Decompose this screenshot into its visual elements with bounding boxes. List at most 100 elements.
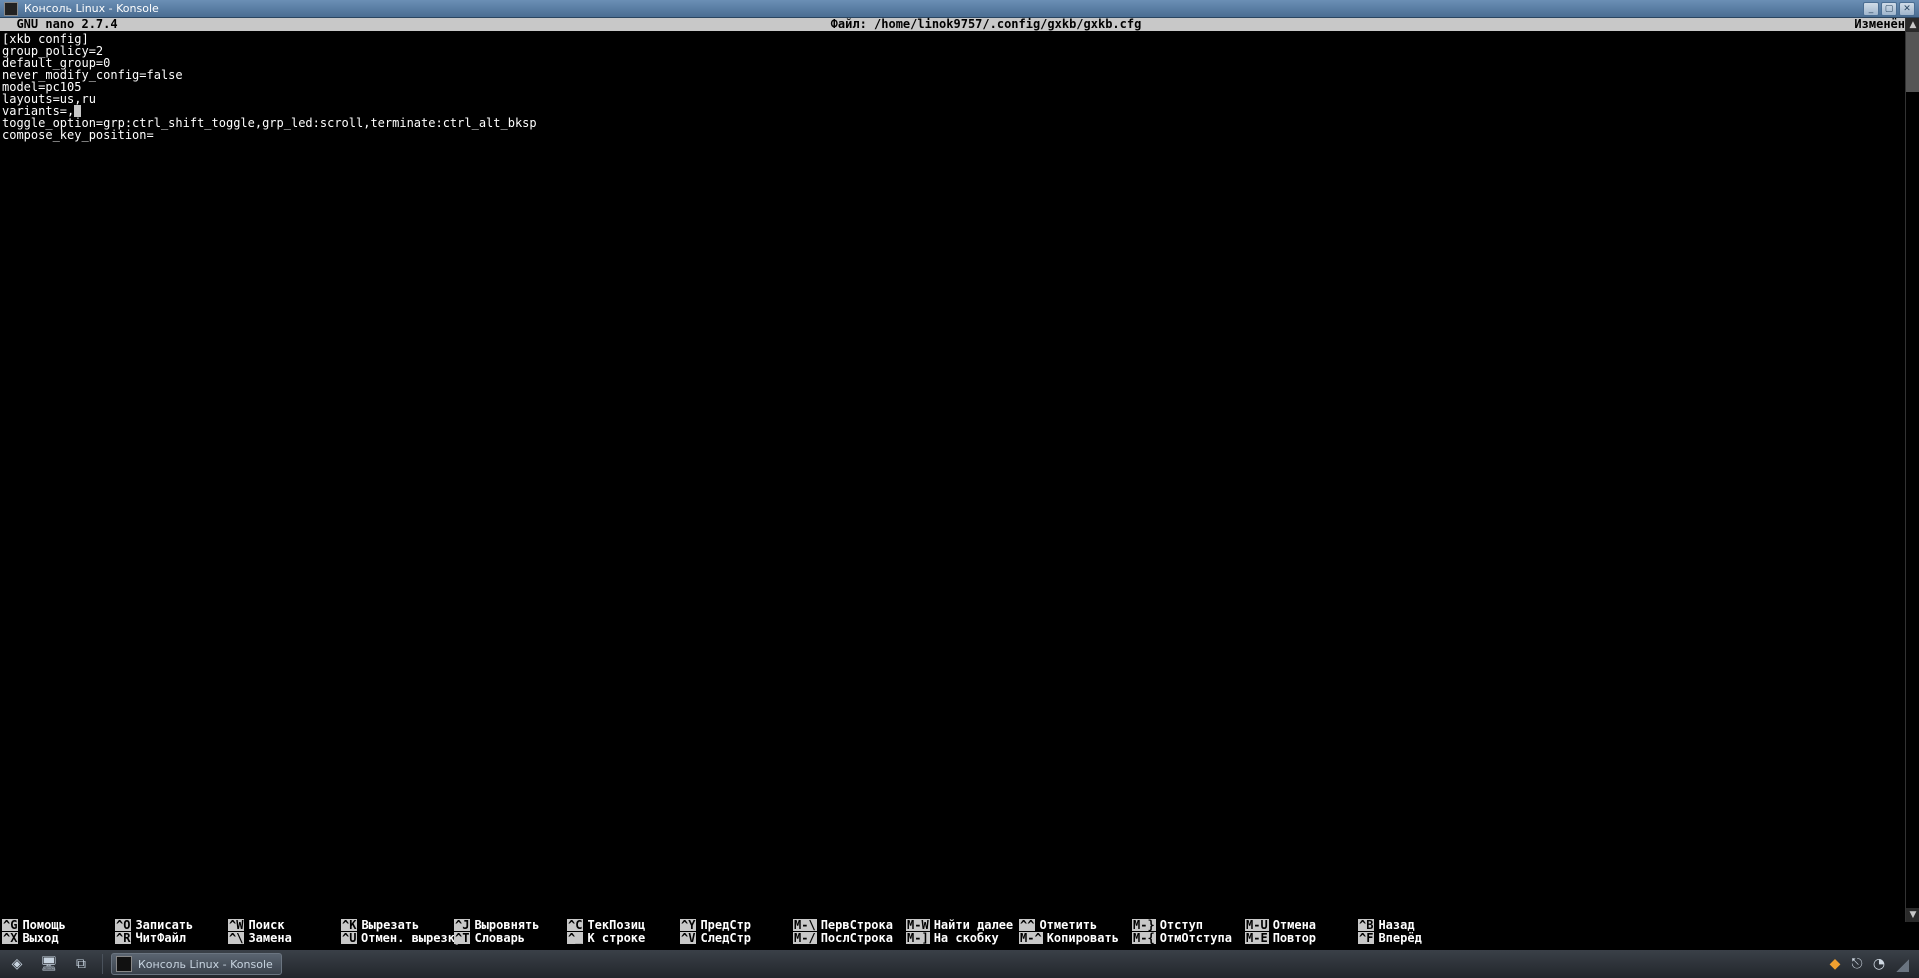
- shortcut-label: СледСтр: [700, 932, 751, 944]
- editor-line: compose_key_position=: [2, 129, 1917, 141]
- scrollbar-up-arrow[interactable]: ▲: [1906, 18, 1919, 32]
- shortcut-item: ^^Отметить: [1019, 919, 1132, 931]
- shortcut-key: M-]: [906, 932, 930, 944]
- shortcut-item: ^V СледСтр: [680, 932, 793, 944]
- show-desktop-button[interactable]: 🖥: [36, 953, 62, 975]
- shortcut-key: M-E: [1245, 932, 1269, 944]
- taskbar-separator: [102, 954, 103, 974]
- editor-line: model=pc105: [2, 81, 1917, 93]
- terminal[interactable]: GNU nano 2.7.4 Файл: /home/linok9757/.co…: [0, 18, 1919, 950]
- shortcut-item: M-} Отступ: [1132, 919, 1245, 931]
- shortcut-item: ^_ К строке: [567, 932, 680, 944]
- shortcut-item: ^G Помощь: [2, 919, 115, 931]
- shortcut-item: M-^Копировать: [1019, 932, 1132, 944]
- shortcut-label: Поиск: [248, 919, 284, 931]
- shortcut-label: ПредСтр: [700, 919, 751, 931]
- shortcut-key: ^T: [454, 932, 470, 944]
- editor-line: group_policy=2: [2, 45, 1917, 57]
- nano-file: Файл: /home/linok9757/.config/gxkb/gxkb.…: [118, 18, 1855, 31]
- shortcut-item: M-\ПервСтрока: [793, 919, 906, 931]
- shortcut-label: К строке: [587, 932, 645, 944]
- konsole-icon: [4, 2, 18, 16]
- shortcut-label: Словарь: [474, 932, 525, 944]
- shortcut-key: ^G: [2, 919, 18, 931]
- shortcut-item: ^J Выровнять: [454, 919, 567, 931]
- shortcut-key: ^X: [2, 932, 18, 944]
- system-tray: ◆ ⎋ ◔: [1827, 956, 1915, 972]
- shortcut-label: Выровнять: [474, 919, 539, 931]
- shortcut-label: Помощь: [22, 919, 65, 931]
- shortcut-label: Найти далее: [934, 919, 1013, 931]
- shortcut-key: ^J: [454, 919, 470, 931]
- shortcut-label: Выход: [22, 932, 58, 944]
- shortcut-key: ^K: [341, 919, 357, 931]
- scrollbar-down-arrow[interactable]: ▼: [1906, 908, 1919, 922]
- shortcut-key: ^R: [115, 932, 131, 944]
- shortcut-key: ^F: [1358, 932, 1374, 944]
- shortcut-key: ^\: [228, 932, 244, 944]
- shortcut-key: M-\: [793, 919, 817, 931]
- editor-line: never_modify_config=false: [2, 69, 1917, 81]
- shortcut-item: M-] На скобку: [906, 932, 1019, 944]
- shortcut-key: M-{: [1132, 932, 1156, 944]
- shortcut-label: На скобку: [934, 932, 999, 944]
- shortcut-key: ^W: [228, 919, 244, 931]
- shortcut-key: M-/: [793, 932, 817, 944]
- close-button[interactable]: ✕: [1899, 2, 1915, 16]
- shortcut-item: ^W Поиск: [228, 919, 341, 931]
- shortcut-item: ^CТекПозиц: [567, 919, 680, 931]
- tray-settings-icon[interactable]: ◔: [1871, 956, 1887, 972]
- diamond-icon: ◈: [8, 955, 26, 973]
- shortcut-item: ^FВперёд: [1358, 932, 1471, 944]
- task-konsole[interactable]: Консоль Linux - Konsole: [111, 953, 282, 975]
- shortcut-key: ^O: [115, 919, 131, 931]
- shortcut-label: Назад: [1378, 919, 1414, 931]
- taskbar: ◈ 🖥 ⧉ Консоль Linux - Konsole ◆ ⎋ ◔: [0, 950, 1919, 978]
- nano-header: GNU nano 2.7.4 Файл: /home/linok9757/.co…: [0, 18, 1919, 31]
- window-title: Консоль Linux - Konsole: [24, 2, 159, 15]
- scrollbar-thumb[interactable]: [1906, 32, 1919, 92]
- shortcut-key: M-}: [1132, 919, 1156, 931]
- shortcut-item: M-U Отмена: [1245, 919, 1358, 931]
- terminal-scrollbar[interactable]: ▲ ▼: [1905, 18, 1919, 922]
- shortcut-key: ^_: [567, 932, 583, 944]
- shortcut-label: Повтор: [1273, 932, 1316, 944]
- shortcut-label: Отступ: [1160, 919, 1203, 931]
- nano-footer: ^G Помощь ^O Записать ^W Поиск ^K Вырезать ^J Выр…: [0, 916, 1919, 950]
- shortcut-label: ЧитФайл: [135, 932, 186, 944]
- shortcut-key: M-W: [906, 919, 930, 931]
- shortcut-label: Отмен. вырезку: [361, 932, 462, 944]
- shortcut-key: ^V: [680, 932, 696, 944]
- shortcut-key: M-U: [1245, 919, 1269, 931]
- window-titlebar: Консоль Linux - Konsole _ ▢ ✕: [0, 0, 1919, 18]
- shortcut-item: ^O Записать: [115, 919, 228, 931]
- shortcut-item: M-{ ОтмОтступа: [1132, 932, 1245, 944]
- resize-grip[interactable]: [1893, 956, 1909, 972]
- windows-icon: ⧉: [72, 955, 90, 973]
- window-list-button[interactable]: ⧉: [68, 953, 94, 975]
- shortcut-item: ^BНазад: [1358, 919, 1471, 931]
- shortcut-item: M-E Повтор: [1245, 932, 1358, 944]
- editor-body[interactable]: [xkb config]group_policy=2default_group=…: [0, 31, 1919, 916]
- shortcut-label: Отметить: [1039, 919, 1097, 931]
- shortcut-label: Вырезать: [361, 919, 419, 931]
- tray-notification-icon[interactable]: ◆: [1827, 956, 1843, 972]
- minimize-button[interactable]: _: [1863, 2, 1879, 16]
- editor-line: default_group=0: [2, 57, 1917, 69]
- shortcut-key: ^C: [567, 919, 583, 931]
- shortcut-key: ^U: [341, 932, 357, 944]
- shortcut-item: ^R ЧитФайл: [115, 932, 228, 944]
- shortcut-label: ПослСтрока: [821, 932, 893, 944]
- shortcut-label: ОтмОтступа: [1160, 932, 1232, 944]
- shortcut-item: ^T Словарь: [454, 932, 567, 944]
- shortcut-item: M-/ ПослСтрока: [793, 932, 906, 944]
- shortcut-label: Отмена: [1273, 919, 1316, 931]
- shortcut-key: M-^: [1019, 932, 1043, 944]
- app-menu-button[interactable]: ◈: [4, 953, 30, 975]
- tray-connection-icon[interactable]: ⎋: [1849, 956, 1865, 972]
- shortcut-label: Записать: [135, 919, 193, 931]
- shortcut-label: Замена: [248, 932, 291, 944]
- shortcut-item: ^\ Замена: [228, 932, 341, 944]
- shortcut-item: ^UОтмен. вырезку: [341, 932, 454, 944]
- maximize-button[interactable]: ▢: [1881, 2, 1897, 16]
